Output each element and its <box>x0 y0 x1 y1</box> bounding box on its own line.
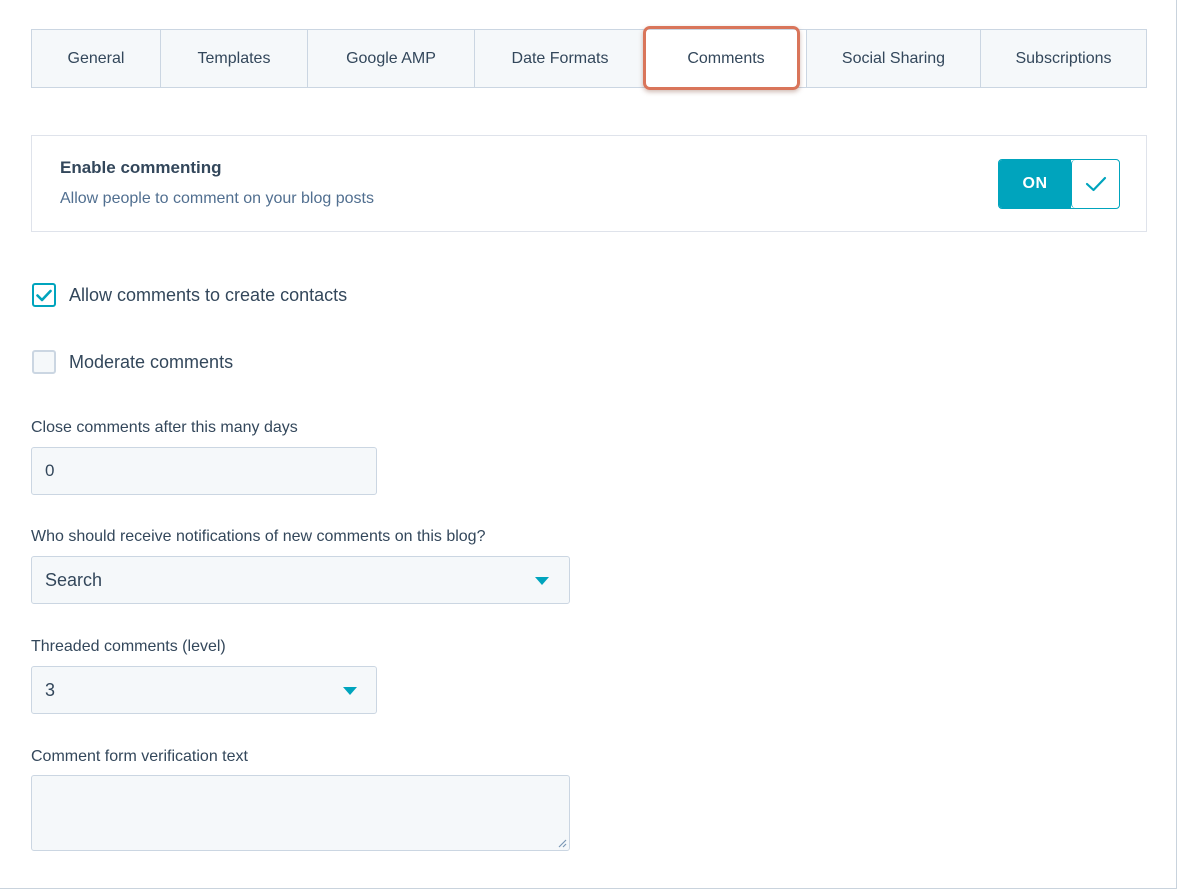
chevron-down-icon <box>535 577 549 585</box>
enable-commenting-description: Allow people to comment on your blog pos… <box>60 190 374 207</box>
close-comments-value: 0 <box>45 461 55 480</box>
tab-comments[interactable]: Comments <box>646 30 807 87</box>
resize-handle-icon[interactable] <box>557 838 567 848</box>
tab-label: Comments <box>687 49 765 67</box>
close-comments-input[interactable]: 0 <box>31 447 377 495</box>
verification-text-area[interactable] <box>31 775 570 851</box>
toggle-knob <box>1071 160 1119 208</box>
verification-text-label: Comment form verification text <box>31 748 248 765</box>
tab-date-formats[interactable]: Date Formats <box>475 30 646 87</box>
threaded-comments-select[interactable]: 3 <box>31 666 377 714</box>
tab-label: Google AMP <box>346 49 436 67</box>
close-comments-label: Close comments after this many days <box>31 419 298 436</box>
checkmark-icon <box>1085 176 1106 192</box>
tab-label: General <box>67 49 125 67</box>
tab-subscriptions[interactable]: Subscriptions <box>981 30 1146 87</box>
settings-tabs: General Templates Google AMP Date Format… <box>31 29 1147 88</box>
allow-create-contacts-checkbox[interactable] <box>32 283 56 307</box>
tab-templates[interactable]: Templates <box>161 30 308 87</box>
moderate-comments-checkbox[interactable] <box>32 350 56 374</box>
enable-commenting-toggle[interactable]: ON <box>998 159 1120 209</box>
chevron-down-icon <box>343 687 357 695</box>
tab-label: Date Formats <box>511 49 609 67</box>
notifications-label: Who should receive notifications of new … <box>31 528 486 545</box>
enable-commenting-card: Enable commenting Allow people to commen… <box>31 135 1147 232</box>
notifications-placeholder: Search <box>45 569 103 590</box>
threaded-comments-value: 3 <box>45 679 56 700</box>
allow-create-contacts-row[interactable]: Allow comments to create contacts <box>32 283 347 307</box>
tab-label: Social Sharing <box>841 49 946 67</box>
tab-social-sharing[interactable]: Social Sharing <box>807 30 981 87</box>
tab-general[interactable]: General <box>32 30 161 87</box>
moderate-comments-row[interactable]: Moderate comments <box>32 350 233 374</box>
toggle-on-label: ON <box>999 160 1071 208</box>
moderate-comments-label: Moderate comments <box>69 351 234 372</box>
settings-panel: General Templates Google AMP Date Format… <box>0 0 1177 889</box>
checkmark-icon <box>36 289 52 301</box>
tab-google-amp[interactable]: Google AMP <box>308 30 475 87</box>
allow-create-contacts-label: Allow comments to create contacts <box>69 284 348 305</box>
notifications-select[interactable]: Search <box>31 556 570 604</box>
tab-label: Subscriptions <box>1015 49 1112 67</box>
tab-label: Templates <box>197 49 271 67</box>
threaded-comments-label: Threaded comments (level) <box>31 638 226 655</box>
enable-commenting-title: Enable commenting <box>60 158 222 177</box>
